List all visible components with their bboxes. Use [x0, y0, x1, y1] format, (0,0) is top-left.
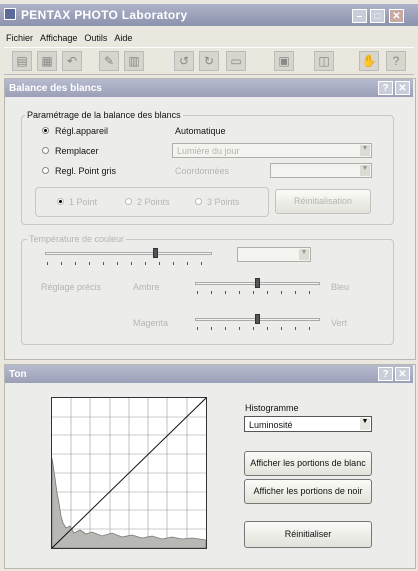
radio-replace-label: Remplacer	[55, 146, 99, 156]
rotate-right-icon[interactable]: ↻	[199, 51, 219, 71]
menu-outils[interactable]: Outils	[84, 33, 107, 43]
fine-tune-label: Réglage précis	[41, 282, 102, 292]
amber-label: Ambre	[133, 282, 160, 292]
radio-2-points[interactable]	[125, 198, 132, 205]
app-logo-icon	[4, 8, 16, 20]
tone-help-button[interactable]: ?	[378, 367, 393, 381]
color-temp-slider-thumb[interactable]	[153, 248, 158, 258]
maximize-button[interactable]: □	[370, 9, 385, 23]
tone-reset-label: Réinitialiser	[284, 529, 332, 539]
show-white-portions-label: Afficher les portions de blanc	[250, 458, 366, 468]
menu-affichage[interactable]: Affichage	[40, 33, 77, 43]
view-icon[interactable]: ▭	[226, 51, 246, 71]
tone-title: Ton	[9, 369, 27, 380]
help-icon[interactable]: ?	[386, 51, 406, 71]
menu-bar: Fichier Affichage Outils Aide	[6, 33, 139, 43]
color-temp-slider-track[interactable]	[45, 252, 212, 255]
coordinates-label: Coordonnées	[175, 166, 230, 176]
toolbar: ▤ ▦ ↶ ✎ ▥ ↺ ↻ ▭ ▣ ◫ ✋ ?	[4, 47, 414, 75]
rotate-left-icon[interactable]: ↺	[174, 51, 194, 71]
radio-3-points[interactable]	[195, 198, 202, 205]
hand-icon[interactable]: ✋	[359, 51, 379, 71]
color-temp-group-title: Température de couleur	[27, 234, 127, 244]
white-balance-panel: Balance des blancs ? ✕ Paramétrage de la…	[4, 78, 416, 360]
tone-panel: Ton ? ✕ Histogramme Luminosité ▼ Affiche…	[4, 364, 416, 569]
replace-select-value: Lumière du jour	[177, 146, 240, 156]
open-icon[interactable]: ▤	[12, 51, 32, 71]
tone-close-button[interactable]: ✕	[395, 367, 410, 381]
color-temp-select[interactable]: ▼	[237, 247, 311, 262]
radio-gray-point[interactable]	[42, 167, 49, 174]
show-black-portions-button[interactable]: Afficher les portions de noir	[244, 479, 372, 504]
tone-reset-button[interactable]: Réinitialiser	[244, 521, 372, 548]
radio-camera[interactable]	[42, 127, 49, 134]
camera-wb-value: Automatique	[175, 126, 226, 136]
radio-1-point[interactable]	[57, 198, 64, 205]
wb-titlebar: Balance des blancs ? ✕	[5, 79, 413, 97]
magenta-green-ticks	[197, 327, 320, 330]
app-title: PENTAX PHOTO Laboratory	[21, 8, 188, 22]
chevron-down-icon: ▼	[299, 249, 309, 260]
chevron-down-icon: ▼	[360, 418, 370, 430]
radio-2-points-label: 2 Points	[137, 197, 170, 207]
save-icon[interactable]: ▦	[37, 51, 57, 71]
radio-gray-point-label: Regl. Point gris	[55, 166, 117, 176]
jpeg-icon[interactable]: ▣	[274, 51, 294, 71]
app-titlebar: PENTAX PHOTO Laboratory – □ ✕	[0, 4, 418, 26]
print-icon[interactable]: ▥	[124, 51, 144, 71]
magenta-green-slider-thumb[interactable]	[255, 314, 260, 324]
tone-curve-graph[interactable]	[51, 397, 207, 549]
wb-title: Balance des blancs	[9, 83, 102, 94]
tone-curve-svg	[52, 398, 206, 548]
show-white-portions-button[interactable]: Afficher les portions de blanc	[244, 451, 372, 476]
green-label: Vert	[331, 318, 348, 328]
magenta-label: Magenta	[133, 318, 169, 328]
histogram-select-value: Luminosité	[249, 420, 293, 430]
chevron-down-icon: ▼	[360, 165, 370, 176]
amber-blue-ticks	[197, 291, 320, 294]
color-temp-ticks	[47, 262, 212, 265]
radio-1-point-label: 1 Point	[69, 197, 98, 207]
magic-wand-icon[interactable]: ✎	[99, 51, 119, 71]
compare-icon[interactable]: ◫	[314, 51, 334, 71]
undo-icon[interactable]: ↶	[62, 51, 82, 71]
histogram-select[interactable]: Luminosité ▼	[244, 416, 372, 432]
wb-settings-group-title: Paramétrage de la balance des blancs	[25, 110, 183, 120]
show-black-portions-label: Afficher les portions de noir	[253, 486, 363, 496]
radio-replace[interactable]	[42, 147, 49, 154]
close-button[interactable]: ✕	[389, 9, 404, 23]
minimize-button[interactable]: –	[352, 9, 367, 23]
menu-aide[interactable]: Aide	[114, 33, 132, 43]
radio-3-points-label: 3 Points	[207, 197, 240, 207]
replace-select[interactable]: Lumière du jour ▼	[172, 143, 372, 158]
tone-titlebar: Ton ? ✕	[5, 365, 413, 383]
wb-help-button[interactable]: ?	[378, 81, 393, 95]
wb-close-button[interactable]: ✕	[395, 81, 410, 95]
radio-camera-label: Régl.appareil	[55, 126, 109, 136]
menu-fichier[interactable]: Fichier	[6, 33, 33, 43]
reinit-button[interactable]: Réinitialisation	[275, 189, 371, 214]
reinit-button-label: Réinitialisation	[293, 196, 353, 206]
histogram-label: Histogramme	[245, 403, 299, 413]
chevron-down-icon: ▼	[360, 145, 370, 156]
amber-blue-slider-thumb[interactable]	[255, 278, 260, 288]
blue-label: Bleu	[331, 282, 350, 292]
coordinates-select[interactable]: ▼	[270, 163, 372, 178]
